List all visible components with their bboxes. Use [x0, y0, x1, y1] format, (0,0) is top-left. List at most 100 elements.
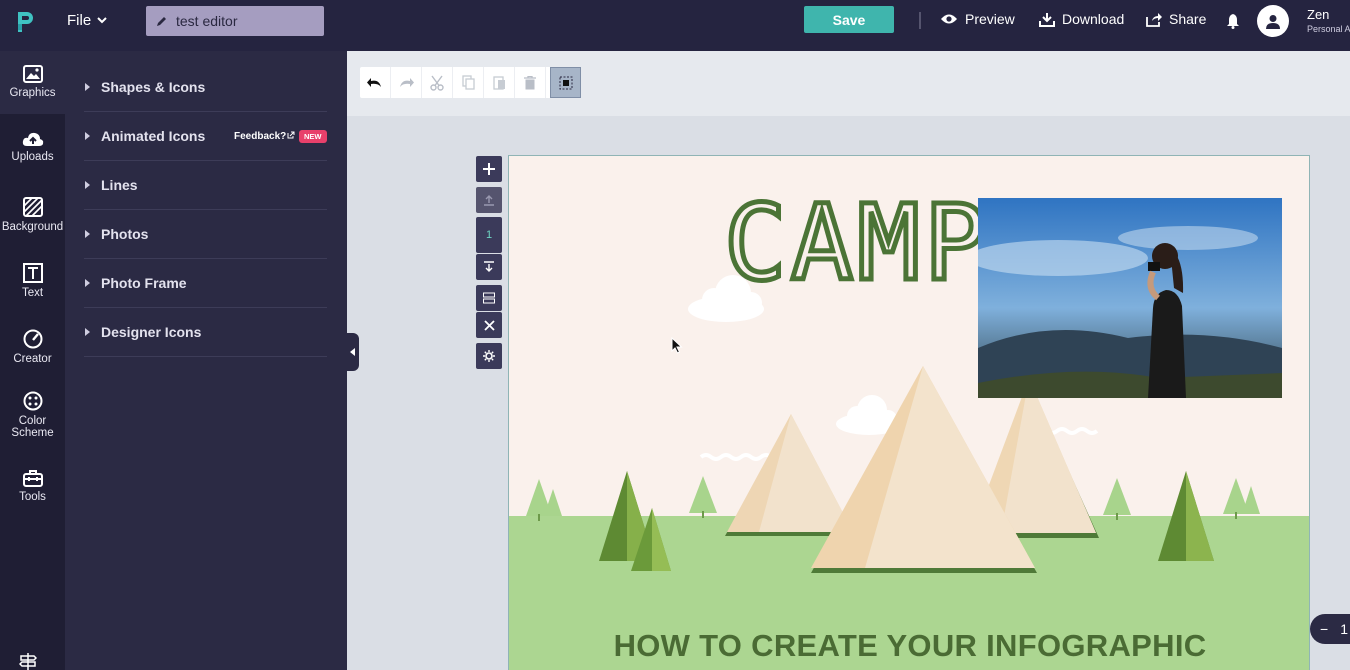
- panel-item-photos[interactable]: Photos: [84, 210, 327, 259]
- new-badge: NEW: [299, 130, 327, 143]
- select-frame-button[interactable]: [550, 67, 581, 98]
- redo-icon: [400, 77, 414, 87]
- user-icon: [1266, 14, 1280, 29]
- close-icon: [483, 319, 495, 331]
- panel-item-label: Photos: [101, 226, 149, 242]
- logo-icon[interactable]: [14, 10, 38, 34]
- page-number: 1: [476, 217, 502, 253]
- caret-right-icon: [85, 328, 90, 336]
- cut-button[interactable]: [422, 67, 453, 98]
- paste-button[interactable]: [484, 67, 515, 98]
- rail-item-tools[interactable]: Tools: [0, 469, 65, 503]
- gauge-icon: [23, 329, 42, 349]
- caret-left-icon: [349, 348, 355, 356]
- file-menu[interactable]: File: [67, 12, 107, 29]
- redo-button[interactable]: [391, 67, 422, 98]
- add-page-button[interactable]: [476, 156, 502, 182]
- trash-icon: [524, 75, 536, 89]
- scissors-icon: [430, 75, 444, 91]
- text-icon: [22, 263, 43, 283]
- zoom-out-button[interactable]: −: [1320, 621, 1328, 637]
- preview-button[interactable]: Preview: [940, 11, 1015, 27]
- toolbox-icon: [22, 470, 43, 487]
- user-name[interactable]: Zen: [1307, 7, 1329, 22]
- save-button[interactable]: Save: [804, 6, 894, 33]
- arrow-up-icon: [484, 195, 494, 206]
- signpost-icon[interactable]: [19, 652, 37, 670]
- file-menu-label: File: [67, 12, 92, 29]
- canvas-headline[interactable]: HOW TO CREATE YOUR INFOGRAPHIC: [509, 628, 1309, 664]
- move-page-down-button[interactable]: [476, 254, 502, 280]
- page-settings-button[interactable]: [476, 343, 502, 369]
- image-icon: [22, 65, 43, 83]
- photo-image: [978, 198, 1282, 398]
- collapse-panel-button[interactable]: [346, 333, 359, 371]
- share-label: Share: [1169, 11, 1207, 27]
- feedback-label: Feedback?: [234, 130, 287, 142]
- move-page-up-button[interactable]: [476, 187, 502, 213]
- caret-right-icon: [85, 83, 90, 91]
- document-name-field[interactable]: test editor: [146, 6, 324, 36]
- chevron-down-icon: [97, 17, 107, 24]
- download-icon: [1039, 12, 1055, 27]
- panel-item-animated-icons[interactable]: Animated Icons Feedback?: [84, 112, 327, 161]
- panel-item-shapes-icons[interactable]: Shapes & Icons: [84, 63, 327, 112]
- caret-right-icon: [85, 279, 90, 287]
- panel-item-label: Animated Icons: [101, 128, 206, 144]
- panel-item-photo-frame[interactable]: Photo Frame: [84, 259, 327, 308]
- cloud-upload-icon: [22, 132, 43, 146]
- pencil-icon: [157, 17, 166, 26]
- caret-right-icon: [85, 132, 90, 140]
- rail-item-graphics[interactable]: Graphics: [0, 51, 65, 114]
- undo-icon: [367, 77, 381, 87]
- feedback-link[interactable]: Feedback?: [234, 131, 295, 142]
- edit-toolbar: [360, 67, 581, 98]
- user-plan: Personal A: [1307, 24, 1350, 34]
- download-label: Download: [1062, 11, 1125, 27]
- rail-item-creator[interactable]: Creator: [0, 329, 65, 365]
- delete-button[interactable]: [515, 67, 546, 98]
- page-number-label: 1: [485, 229, 493, 241]
- external-link-icon: [287, 131, 295, 138]
- undo-button[interactable]: [360, 67, 391, 98]
- mouse-cursor-icon: [671, 337, 683, 354]
- plus-icon: [483, 163, 495, 175]
- palette-icon: [23, 391, 42, 411]
- bell-icon[interactable]: [1226, 13, 1240, 29]
- panel-item-lines[interactable]: Lines: [84, 161, 327, 210]
- hiker-photo[interactable]: [978, 198, 1282, 398]
- duplicate-page-button[interactable]: [476, 285, 502, 311]
- share-icon: [1146, 12, 1162, 27]
- download-button[interactable]: Download: [1039, 11, 1124, 27]
- delete-page-button[interactable]: [476, 312, 502, 338]
- document-name: test editor: [176, 13, 238, 29]
- rail-item-text[interactable]: Text: [0, 263, 65, 299]
- preview-label: Preview: [965, 11, 1015, 27]
- rail-item-background[interactable]: Background: [0, 197, 65, 233]
- design-canvas[interactable]: CAMPI HOW TO CREATE YOUR INFOGRAPHIC: [508, 155, 1310, 670]
- select-frame-icon: [559, 76, 572, 89]
- zoom-value: 1: [1340, 621, 1348, 637]
- rail-item-color-scheme[interactable]: Color Scheme: [0, 391, 65, 439]
- divider: [919, 12, 921, 29]
- panel-item-label: Photo Frame: [101, 275, 187, 291]
- avatar[interactable]: [1257, 5, 1289, 37]
- copy-button[interactable]: [453, 67, 484, 98]
- rail-label: Creator: [13, 353, 52, 365]
- panel-item-label: Lines: [101, 177, 138, 193]
- arrow-down-icon: [484, 261, 494, 272]
- panel-item-label: Shapes & Icons: [101, 79, 206, 95]
- rail-label: Graphics: [9, 87, 56, 99]
- rail-item-uploads[interactable]: Uploads: [0, 131, 65, 163]
- panel-item-designer-icons[interactable]: Designer Icons: [84, 308, 327, 357]
- top-bar: File test editor Save Preview Download S…: [0, 0, 1350, 51]
- caret-right-icon: [85, 230, 90, 238]
- rail-label: Tools: [19, 491, 46, 503]
- panel-item-label: Designer Icons: [101, 324, 202, 340]
- left-rail: Graphics Uploads Background Text Creator…: [0, 51, 65, 670]
- rail-label: Text: [21, 287, 44, 299]
- eye-icon: [941, 14, 957, 24]
- share-button[interactable]: Share: [1146, 11, 1206, 27]
- zoom-control[interactable]: − 1: [1310, 614, 1350, 644]
- rail-label: Background: [1, 221, 64, 233]
